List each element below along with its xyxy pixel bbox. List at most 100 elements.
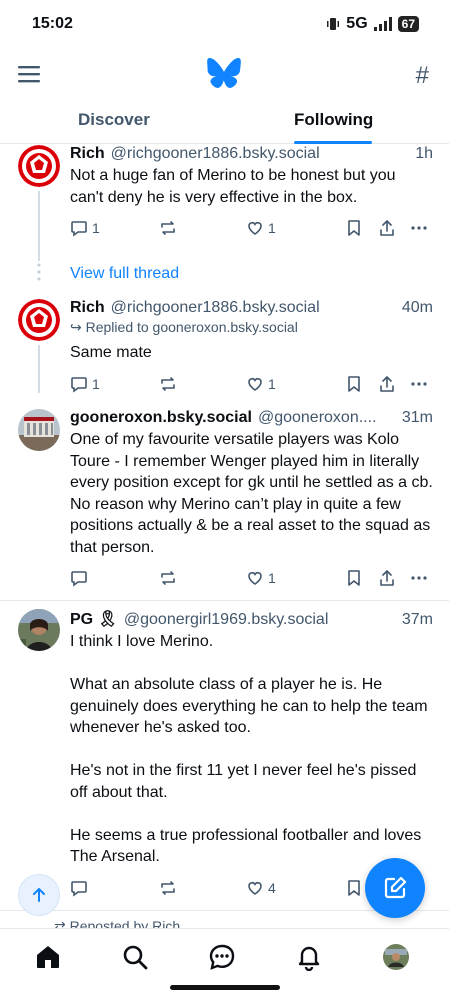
scroll-to-top-button[interactable] [18, 874, 60, 916]
share-button[interactable] [378, 375, 396, 393]
avatar[interactable] [18, 409, 60, 451]
author-handle[interactable]: @richgooner1886.bsky.social [111, 145, 410, 163]
more-icon [411, 576, 427, 580]
repost-icon [161, 880, 175, 895]
reply-icon [71, 376, 87, 393]
arrow-up-icon [33, 888, 45, 902]
post[interactable]: PG 🎗 @goonergirl1969.bsky.social 37m I t… [0, 609, 449, 900]
search-icon[interactable] [121, 943, 149, 971]
post[interactable]: Rich @richgooner1886.bsky.social 40m ↪ R… [0, 299, 449, 396]
reply-icon [71, 571, 87, 587]
repost-button[interactable] [158, 375, 178, 393]
bookmark-button[interactable] [346, 375, 362, 393]
reply-icon [71, 221, 87, 237]
reply-to-label[interactable]: ↪ Replied to gooneroxon.bsky.social [70, 319, 433, 336]
compose-icon [384, 876, 407, 899]
repost-icon [161, 571, 175, 585]
bookmark-icon [348, 220, 360, 236]
like-button[interactable]: 1 [246, 219, 276, 237]
vibrate-icon [327, 18, 340, 30]
post-text: I think I love Merino. What an absolute … [70, 633, 428, 865]
repost-icon [161, 221, 175, 235]
like-button[interactable]: 1 [246, 569, 276, 587]
bookmark-button[interactable] [346, 569, 362, 587]
avatar[interactable] [18, 609, 60, 651]
author-name[interactable]: gooneroxon.bsky.social [70, 409, 252, 427]
reply-count: 1 [92, 375, 100, 392]
post-text: Not a huge fan of Merino to be honest bu… [70, 167, 396, 206]
like-icon [248, 377, 262, 391]
more-icon [411, 226, 427, 230]
tab-following[interactable]: Following [294, 110, 373, 130]
more-icon [411, 381, 427, 386]
like-count: 4 [268, 879, 276, 896]
butterfly-logo-icon[interactable] [207, 58, 241, 88]
bookmark-button[interactable] [346, 219, 362, 237]
share-icon [380, 570, 394, 586]
author-handle[interactable]: @goonergirl1969.bsky.social [124, 611, 396, 629]
bookmark-button[interactable] [346, 879, 362, 897]
post[interactable]: gooneroxon.bsky.social @gooneroxon.... 3… [0, 409, 449, 590]
post-actions: 1 1 [70, 216, 433, 240]
reply-button[interactable]: 1 [70, 219, 100, 237]
post-divider [0, 600, 449, 601]
post-time: 31m [401, 409, 433, 426]
author-name[interactable]: Rich [70, 145, 105, 163]
more-button[interactable] [410, 219, 428, 237]
post-time: 37m [401, 611, 433, 628]
repost-icon [161, 376, 175, 391]
like-button[interactable]: 4 [246, 879, 276, 897]
like-icon [248, 881, 262, 895]
home-icon[interactable] [34, 943, 62, 971]
author-handle[interactable]: @gooneroxon.... [258, 409, 396, 427]
post-actions: 1 1 [70, 372, 433, 396]
author-name[interactable]: Rich [70, 299, 105, 317]
battery-indicator: 67 [397, 16, 419, 32]
reply-to-text: Replied to gooneroxon.bsky.social [85, 319, 298, 335]
more-button[interactable] [410, 569, 428, 587]
like-count: 1 [268, 220, 276, 236]
bookmark-icon [348, 570, 360, 586]
post[interactable]: Rich @richgooner1886.bsky.social 1h Not … [0, 145, 449, 261]
bottom-nav [0, 928, 449, 1000]
active-tab-indicator [294, 141, 372, 144]
home-indicator [170, 985, 280, 990]
bell-icon[interactable] [295, 943, 323, 971]
share-button[interactable] [378, 569, 396, 587]
post-header: Rich @richgooner1886.bsky.social 1h [70, 145, 433, 163]
top-nav: # [0, 52, 449, 96]
post-header: PG 🎗 @goonergirl1969.bsky.social 37m [70, 609, 433, 629]
post-header: gooneroxon.bsky.social @gooneroxon.... 3… [70, 409, 433, 427]
share-icon [380, 375, 394, 392]
chat-icon[interactable] [208, 943, 236, 971]
more-button[interactable] [410, 375, 428, 393]
reply-button[interactable]: 1 [70, 375, 100, 393]
feeds-hash-icon[interactable]: # [416, 62, 429, 90]
post-time: 1h [415, 145, 433, 162]
compose-button[interactable] [365, 858, 425, 918]
like-button[interactable]: 1 [246, 375, 276, 393]
post-actions: 1 [70, 566, 433, 590]
author-name[interactable]: PG 🎗 [70, 609, 118, 629]
repost-button[interactable] [158, 879, 178, 897]
repost-button[interactable] [158, 569, 178, 587]
status-bar: 15:02 5G 67 [0, 0, 449, 50]
repost-button[interactable] [158, 219, 178, 237]
tab-discover[interactable]: Discover [78, 110, 150, 130]
bookmark-icon [348, 375, 360, 392]
profile-avatar[interactable] [382, 943, 410, 971]
share-button[interactable] [378, 219, 396, 237]
thread-dots [37, 262, 41, 287]
post-text: Same mate [70, 344, 152, 361]
reply-button[interactable] [70, 569, 88, 587]
bookmark-icon [348, 879, 360, 896]
avatar[interactable] [18, 145, 60, 187]
reply-button[interactable] [70, 879, 88, 897]
like-count: 1 [268, 570, 276, 586]
author-handle[interactable]: @richgooner1886.bsky.social [111, 299, 396, 317]
status-indicators: 5G 67 [326, 15, 419, 33]
like-count: 1 [268, 375, 276, 392]
menu-icon[interactable] [18, 64, 42, 84]
avatar[interactable] [18, 299, 60, 341]
view-full-thread-link[interactable]: View full thread [70, 265, 179, 283]
